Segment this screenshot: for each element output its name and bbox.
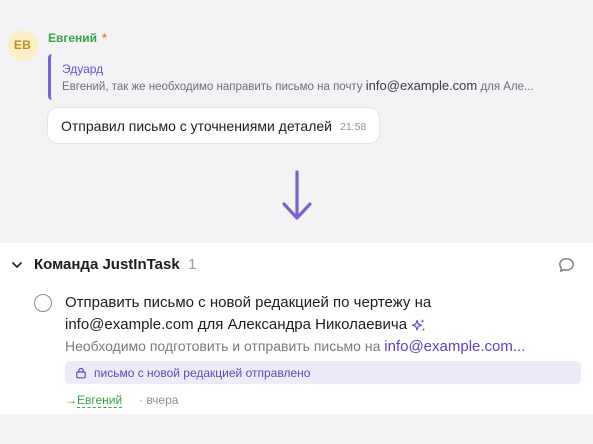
assignee-arrow: → [65, 393, 77, 407]
chevron-down-icon[interactable] [10, 258, 24, 272]
avatar[interactable]: ЕВ [7, 30, 38, 61]
task-title-email: info@example.com [65, 316, 194, 333]
task-description-email-link[interactable]: info@example.com... [384, 338, 525, 355]
task-title-line1: Отправить письмо с новой редакцией по че… [65, 294, 432, 311]
task-title[interactable]: Отправить письмо с новой редакцией по че… [65, 292, 495, 336]
status-tag[interactable]: письмо с новой редакцией отправлено [65, 361, 581, 384]
reply-email: info@example.com [365, 78, 478, 93]
sparkle-icon [411, 318, 425, 331]
message-author[interactable]: Евгений * [48, 31, 107, 45]
lock-icon [76, 367, 86, 378]
message-time: 21:58 [339, 121, 367, 133]
task-title-rest: для Александра Николаевича [193, 316, 408, 333]
comment-icon[interactable] [558, 257, 575, 273]
reply-quote[interactable]: Эдуард Евгений, так же необходимо направ… [48, 54, 588, 100]
chat-message: ЕВ Евгений * Эдуард Евгений, так же необх… [0, 0, 593, 243]
message-bubble[interactable]: Отправил письмо с уточнениями деталей 21… [48, 108, 380, 143]
task-panel: Команда JustInTask 1 Отправить письмо с … [0, 243, 593, 414]
task-date: · вчера [139, 393, 179, 407]
team-title[interactable]: Команда JustInTask [34, 256, 180, 273]
task-complete-checkbox[interactable] [34, 294, 52, 312]
author-marker: * [102, 31, 107, 45]
team-task-count: 1 [188, 256, 197, 273]
reply-text: Евгений, так же необходимо направить пис… [62, 77, 578, 96]
task-description: Необходимо подготовить и отправить письм… [65, 336, 575, 357]
down-arrow-icon [282, 170, 312, 220]
reply-text-after: для Але... [477, 81, 534, 93]
task-description-text: Необходимо подготовить и отправить письм… [65, 338, 385, 354]
status-tag-label: письмо с новой редакцией отправлено [94, 365, 311, 380]
task-assignee[interactable]: →Евгений [65, 393, 123, 408]
reply-text-before: Евгений, так же необходимо направить пис… [62, 81, 366, 93]
message-text: Отправил письмо с уточнениями деталей [61, 117, 332, 134]
reply-author: Эдуард [62, 62, 104, 76]
author-name: Евгений [48, 31, 98, 45]
assignee-name: Евгений [77, 393, 123, 408]
